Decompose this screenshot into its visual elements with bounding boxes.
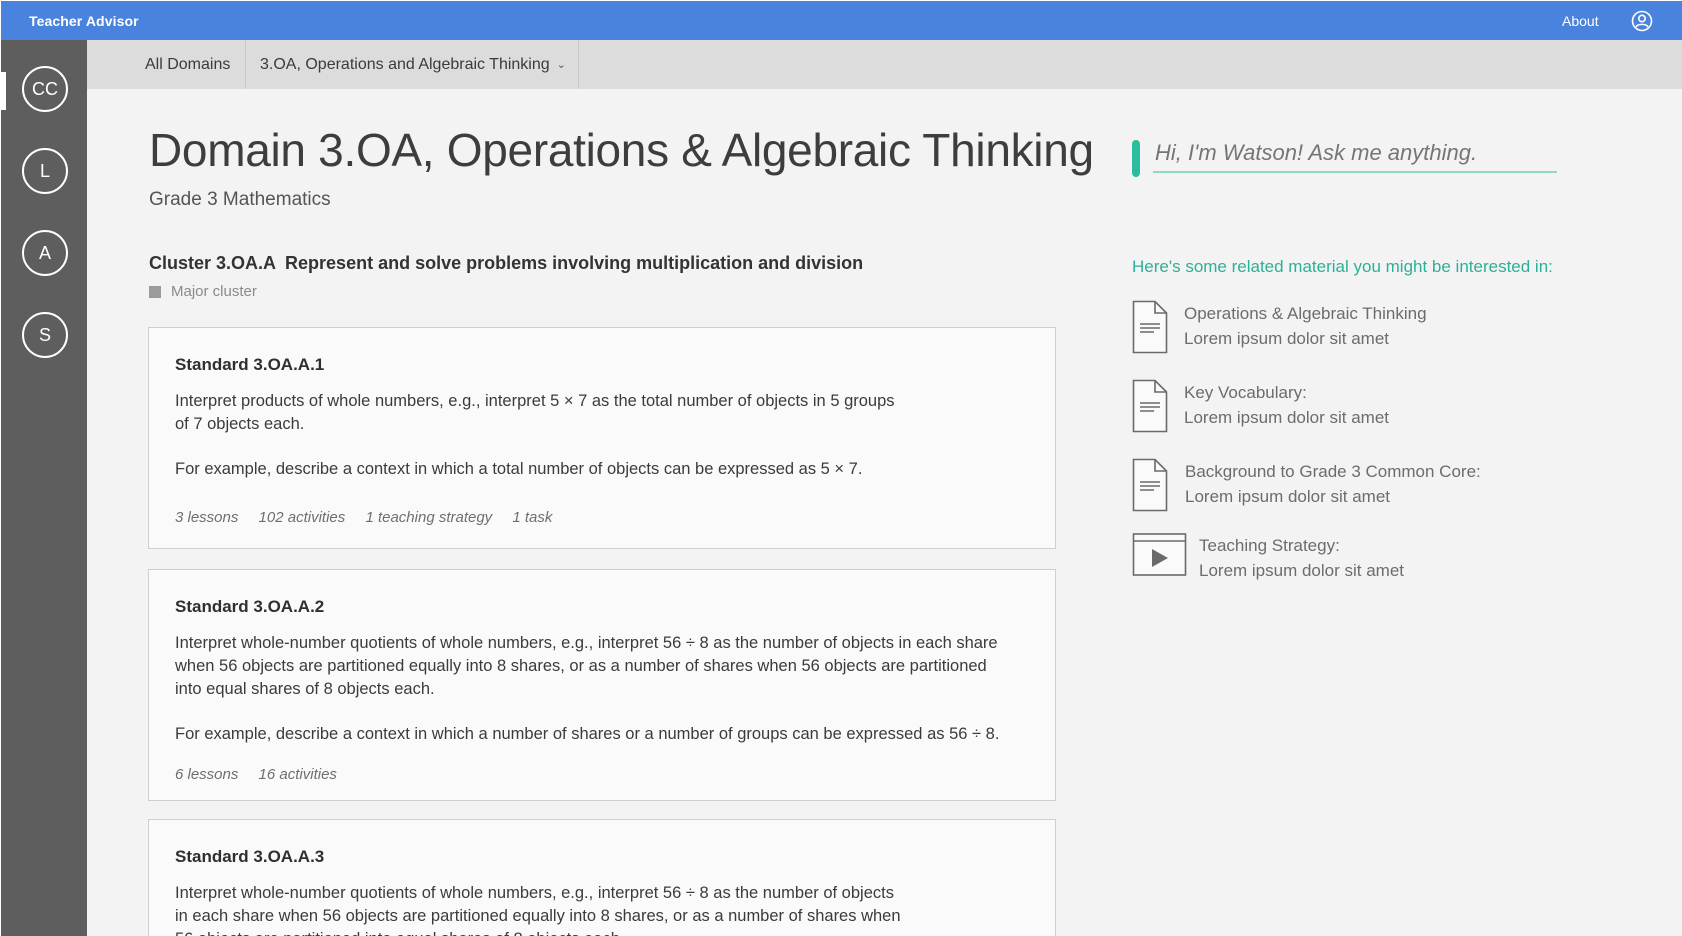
standard-description-line: Interpret products of whole numbers, e.g…: [175, 392, 895, 410]
related-item-title: Teaching Strategy:: [1199, 536, 1340, 555]
related-item-title: Background to Grade 3 Common Core:: [1185, 462, 1481, 481]
cluster-tag: Major cluster: [149, 283, 257, 300]
document-icon: [1132, 379, 1168, 433]
app-window: Teacher Advisor About CC L A S All Domai…: [1, 1, 1682, 936]
major-cluster-swatch: [149, 285, 161, 298]
watson-indicator: [1132, 140, 1140, 177]
related-item-subtitle: Lorem ipsum dolor sit amet: [1184, 408, 1390, 427]
breadcrumb-label: 3.OA, Operations and Algebraic Thinking: [260, 55, 550, 73]
document-icon: [1132, 300, 1168, 354]
standard-resources: 3 lessons 102 activities 1 teaching stra…: [175, 509, 568, 526]
standard-title: Standard 3.OA.A.1: [175, 355, 325, 374]
page-subtitle: Grade 3 Mathematics: [149, 189, 331, 210]
lessons-link[interactable]: 3 lessons: [175, 509, 238, 526]
left-rail: CC L A S: [1, 40, 87, 936]
rail-button-s[interactable]: S: [22, 312, 68, 358]
cluster-tag-label: Major cluster: [171, 283, 257, 300]
standard-description-line: when 56 objects are partitioned equally …: [175, 657, 987, 675]
breadcrumb-divider: [245, 40, 246, 89]
standard-example: For example, describe a context in which…: [175, 725, 1000, 743]
video-icon: [1132, 533, 1187, 576]
user-account-icon[interactable]: [1631, 10, 1653, 32]
rail-button-l[interactable]: L: [22, 148, 68, 194]
about-link[interactable]: About: [1562, 13, 1599, 29]
related-heading: Here's some related material you might b…: [1132, 257, 1553, 276]
standard-description-line: 56 objects are partitioned into equal sh…: [175, 928, 624, 936]
related-item-subtitle: Lorem ipsum dolor sit amet: [1185, 487, 1391, 506]
standard-card[interactable]: Standard 3.OA.A.2 Interpret whole-number…: [148, 569, 1056, 801]
related-item[interactable]: Background to Grade 3 Common Core: Lorem…: [1132, 458, 1572, 518]
standard-card[interactable]: Standard 3.OA.A.3 Interpret whole-number…: [148, 819, 1056, 936]
lessons-link[interactable]: 6 lessons: [175, 766, 238, 783]
rail-active-marker: [1, 72, 6, 110]
activities-link[interactable]: 16 activities: [259, 766, 337, 783]
related-item[interactable]: Operations & Algebraic Thinking Lorem ip…: [1132, 300, 1572, 360]
standard-title: Standard 3.OA.A.2: [175, 597, 325, 616]
activities-link[interactable]: 102 activities: [259, 509, 346, 526]
standard-description-line: into equal shares of 8 objects each.: [175, 680, 435, 698]
app-title[interactable]: Teacher Advisor: [29, 13, 139, 29]
cluster-title: Represent and solve problems involving m…: [285, 253, 864, 273]
watson-ask-input[interactable]: [1153, 135, 1557, 173]
related-item-subtitle: Lorem ipsum dolor sit amet: [1199, 561, 1405, 580]
cluster-code: Cluster 3.OA.A: [149, 253, 277, 273]
document-icon: [1132, 458, 1168, 512]
task-link[interactable]: 1 task: [512, 509, 552, 526]
breadcrumb-all-domains[interactable]: All Domains: [145, 40, 230, 89]
standard-description-line: Interpret whole-number quotients of whol…: [175, 884, 894, 902]
teaching-strategy-link[interactable]: 1 teaching strategy: [365, 509, 492, 526]
standard-card[interactable]: Standard 3.OA.A.1 Interpret products of …: [148, 327, 1056, 549]
page-title: Domain 3.OA, Operations & Algebraic Thin…: [149, 124, 1094, 176]
breadcrumb-domain-dropdown[interactable]: 3.OA, Operations and Algebraic Thinking …: [260, 40, 566, 89]
related-item-title: Key Vocabulary:: [1184, 383, 1307, 402]
related-item[interactable]: Teaching Strategy: Lorem ipsum dolor sit…: [1132, 532, 1572, 592]
related-item-title: Operations & Algebraic Thinking: [1184, 304, 1427, 323]
chevron-down-icon: ⌄: [556, 59, 566, 71]
cluster-heading: Cluster 3.OA.A Represent and solve proble…: [149, 253, 863, 274]
top-bar: Teacher Advisor About: [1, 1, 1682, 40]
rail-button-cc[interactable]: CC: [22, 66, 68, 112]
rail-button-a[interactable]: A: [22, 230, 68, 276]
breadcrumb-label: All Domains: [145, 55, 231, 73]
related-item-subtitle: Lorem ipsum dolor sit amet: [1184, 329, 1390, 348]
standard-description-line: Interpret whole-number quotients of whol…: [175, 634, 998, 652]
standard-title: Standard 3.OA.A.3: [175, 847, 325, 866]
standard-resources: 6 lessons 16 activities: [175, 766, 353, 783]
breadcrumb: All Domains 3.OA, Operations and Algebra…: [87, 40, 1682, 89]
standard-description-line: of 7 objects each.: [175, 415, 305, 433]
related-item[interactable]: Key Vocabulary: Lorem ipsum dolor sit am…: [1132, 379, 1572, 439]
standard-example: For example, describe a context in which…: [175, 460, 863, 478]
standard-description-line: in each share when 56 objects are partit…: [175, 907, 901, 925]
breadcrumb-divider: [578, 40, 579, 89]
